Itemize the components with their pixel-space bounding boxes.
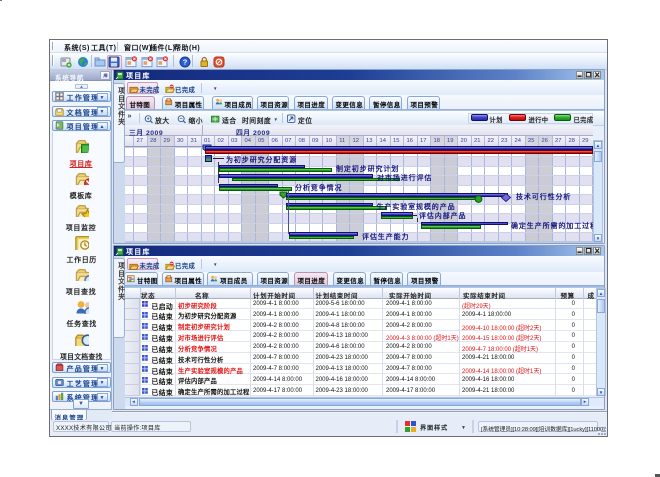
svg-text:?: ?	[183, 58, 188, 67]
